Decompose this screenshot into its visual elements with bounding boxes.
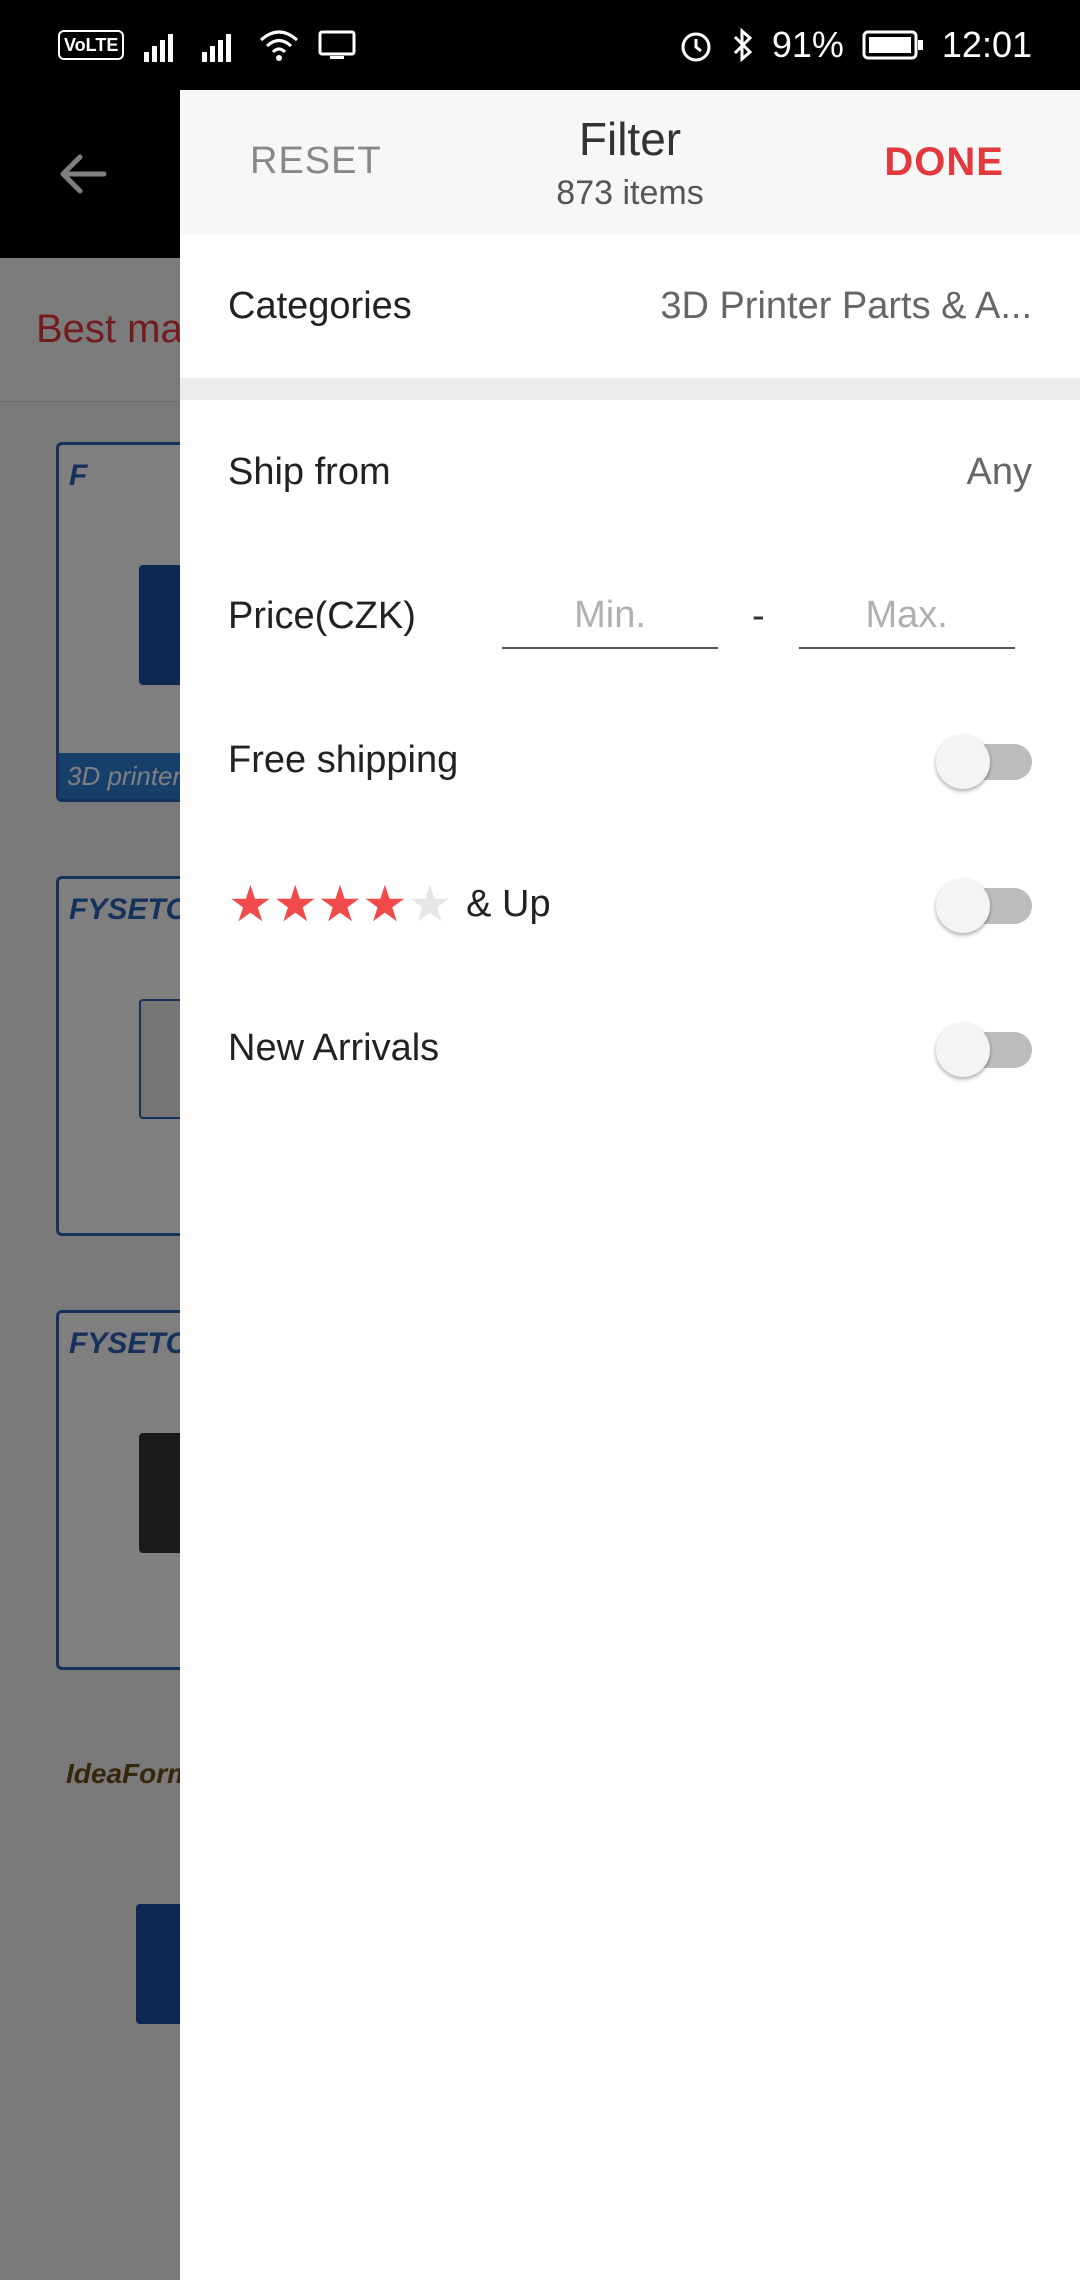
price-label: Price(CZK) xyxy=(228,594,416,637)
filter-drawer: RESET Filter 873 items DONE Categories 3… xyxy=(180,90,1080,2280)
toggle-knob xyxy=(936,879,990,933)
price-row: Price(CZK) - xyxy=(180,544,1080,688)
price-max-input[interactable] xyxy=(798,583,1015,649)
clock: 12:01 xyxy=(941,24,1032,65)
categories-label: Categories xyxy=(228,284,412,327)
rating-suffix: & Up xyxy=(466,882,551,925)
section-divider xyxy=(180,378,1080,400)
new-arrivals-row: New Arrivals xyxy=(180,976,1080,1120)
toggle-knob xyxy=(936,1023,990,1077)
star-icon: ★ xyxy=(228,876,273,932)
status-right: 91% 12:01 xyxy=(678,24,1032,66)
free-shipping-toggle[interactable] xyxy=(936,735,1032,789)
done-button[interactable]: DONE xyxy=(884,140,1004,185)
alarm-icon xyxy=(681,32,711,62)
star-icon: ★ xyxy=(272,876,318,932)
new-arrivals-toggle[interactable] xyxy=(936,1023,1032,1077)
filter-header: RESET Filter 873 items DONE xyxy=(180,90,1080,234)
status-bar: VoLTE 91% 12:01 xyxy=(0,0,1080,90)
battery-icon xyxy=(862,30,923,60)
categories-row[interactable]: Categories 3D Printer Parts & A... xyxy=(180,234,1080,378)
ship-from-row[interactable]: Ship from Any xyxy=(180,400,1080,544)
categories-value: 3D Printer Parts & A... xyxy=(660,284,1032,327)
battery-percent: 91% xyxy=(771,24,844,65)
star-icon: ★ xyxy=(317,876,363,932)
free-shipping-row: Free shipping xyxy=(180,688,1080,832)
star-icon: ★ xyxy=(362,876,408,932)
price-separator: - xyxy=(752,594,765,637)
volte-badge: VoLTE xyxy=(58,30,125,60)
free-shipping-label: Free shipping xyxy=(228,738,459,781)
status-left: VoLTE xyxy=(58,28,356,62)
rating-toggle[interactable] xyxy=(936,879,1032,933)
new-arrivals-label: New Arrivals xyxy=(228,1026,440,1069)
rating-stars: ★ ★ ★ ★ ★ & Up xyxy=(228,879,551,929)
signal-icon xyxy=(202,34,232,62)
wifi-icon xyxy=(260,30,299,61)
bluetooth-icon xyxy=(733,27,753,63)
ship-from-label: Ship from xyxy=(228,450,391,493)
signal-icon xyxy=(144,34,174,62)
rating-row: ★ ★ ★ ★ ★ & Up xyxy=(180,832,1080,976)
price-min-input[interactable] xyxy=(502,583,718,649)
star-icon: ★ xyxy=(407,876,453,932)
ship-from-value: Any xyxy=(966,450,1032,493)
cast-icon xyxy=(318,30,356,59)
toggle-knob xyxy=(936,735,990,789)
